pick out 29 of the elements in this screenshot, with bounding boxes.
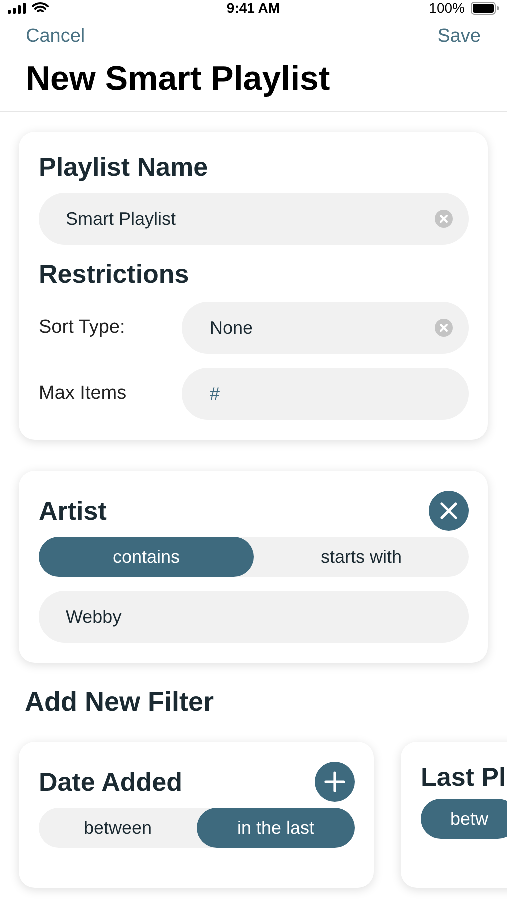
filter-title: Date Added	[39, 766, 182, 798]
input-field[interactable]: None	[182, 302, 469, 354]
wifi-icon	[32, 2, 49, 14]
close-button[interactable]	[429, 491, 469, 531]
close-icon	[439, 501, 459, 521]
section-heading: Restrictions	[39, 259, 190, 290]
segment-option[interactable]: contains	[39, 537, 254, 577]
filter-title: Artist	[39, 496, 107, 526]
plus-icon	[324, 771, 346, 793]
battery-percent: 100%	[429, 0, 465, 16]
section-heading: Playlist Name	[39, 152, 210, 183]
page-title: New Smart Playlist	[0, 48, 507, 112]
segment-option[interactable]: starts with	[254, 537, 469, 577]
field-label: Sort Type:	[39, 317, 126, 339]
filter-title: Last Pl	[421, 762, 506, 793]
status-time: 9:41 AM	[226, 0, 280, 16]
name-field[interactable]: Smart Playlist	[39, 193, 469, 245]
cancel-button[interactable]: Cancel	[26, 26, 86, 48]
battery-icon	[470, 2, 499, 14]
add-button[interactable]	[315, 762, 355, 802]
signal-icon	[8, 2, 26, 14]
input-field[interactable]: #	[182, 368, 469, 420]
segment-option[interactable]: betw	[421, 799, 507, 839]
input-field[interactable]: Webby	[39, 591, 469, 643]
field-label: Max Items	[39, 383, 128, 405]
segment-option[interactable]: in the last	[197, 808, 355, 848]
save-button[interactable]: Save	[438, 26, 481, 48]
section-heading: Add New Filter	[25, 687, 216, 718]
segment-option[interactable]: between	[39, 808, 197, 848]
